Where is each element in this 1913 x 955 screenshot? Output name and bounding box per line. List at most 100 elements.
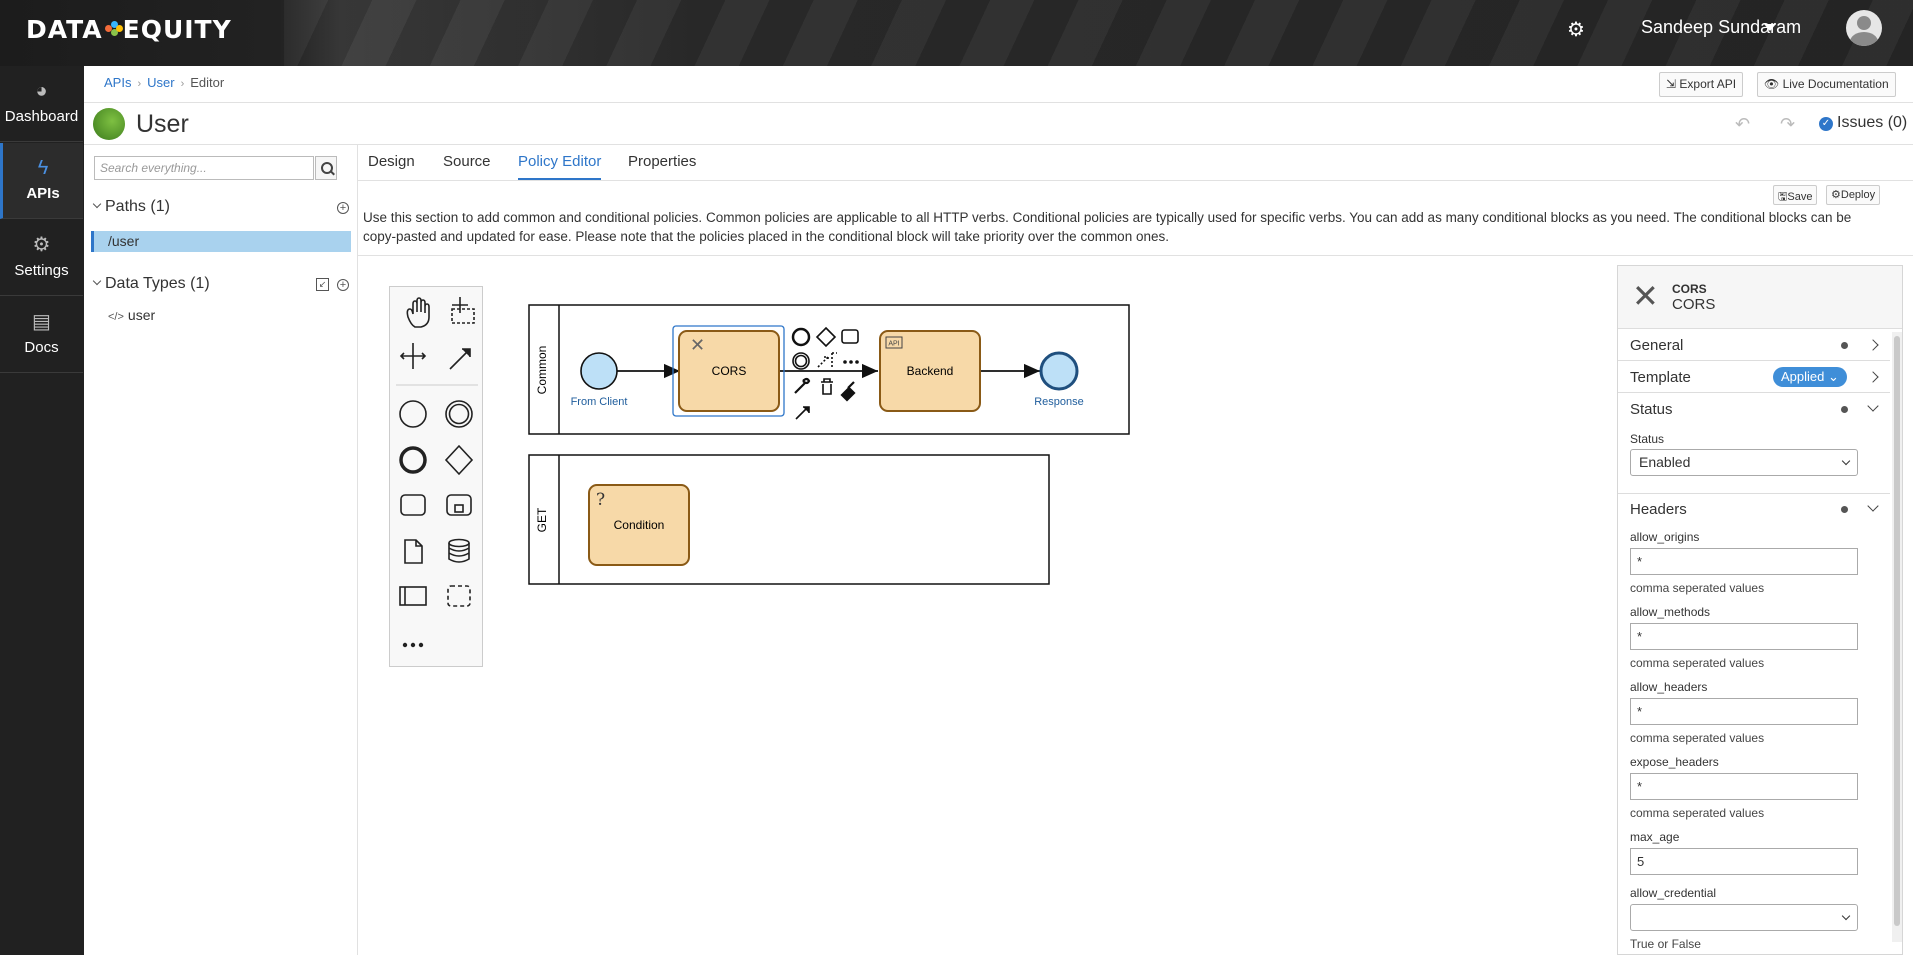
api-tag: API: [888, 341, 899, 348]
path-item[interactable]: /user: [91, 231, 351, 252]
status-select[interactable]: Enabled: [1630, 449, 1858, 476]
issues-link[interactable]: ✓ Issues (0): [1819, 114, 1907, 132]
connect-tool-icon[interactable]: [449, 348, 471, 370]
lane-common[interactable]: Common: [528, 304, 1130, 435]
nav-item-settings[interactable]: ⚙ Settings: [0, 220, 83, 296]
hand-tool-icon[interactable]: [406, 297, 430, 328]
nav-item-docs[interactable]: ▤ Docs: [0, 297, 83, 373]
allow-origins-input[interactable]: *: [1630, 548, 1858, 575]
nav-item-dashboard[interactable]: ◕ Dashboard: [0, 66, 83, 142]
properties-title: CORS: [1672, 282, 1707, 296]
brand-dots-icon: [104, 21, 123, 37]
max-age-input[interactable]: 5: [1630, 848, 1858, 875]
status-dot-icon: [1841, 342, 1848, 349]
end-event-icon[interactable]: [399, 446, 427, 474]
chevron-down-icon: [1867, 400, 1879, 412]
add-path-icon[interactable]: +: [337, 202, 349, 214]
import-icon[interactable]: ↙: [316, 278, 329, 291]
cors-task-label: CORS: [712, 364, 747, 378]
more-icon[interactable]: [843, 360, 859, 364]
allow-methods-input[interactable]: *: [1630, 623, 1858, 650]
deploy-button[interactable]: ⚙Deploy: [1826, 185, 1881, 205]
divider: [358, 255, 1913, 256]
nav-label: Docs: [24, 339, 59, 356]
allow-headers-input[interactable]: *: [1630, 698, 1858, 725]
policy-description: Use this section to add common and condi…: [363, 210, 1852, 244]
data-object-icon[interactable]: [404, 539, 423, 564]
tab-design[interactable]: Design: [368, 153, 415, 178]
nav-item-apis[interactable]: ϟ APIs: [0, 143, 83, 219]
tab-properties[interactable]: Properties: [628, 153, 696, 178]
bolt-icon: ϟ: [37, 157, 49, 179]
chevron-down-icon: [92, 276, 102, 286]
nav-label: APIs: [26, 185, 60, 202]
applied-badge[interactable]: Applied ⌄: [1773, 367, 1847, 387]
undo-icon[interactable]: ↶: [1735, 114, 1750, 135]
tab-policy-editor[interactable]: Policy Editor: [518, 153, 602, 180]
start-event[interactable]: [580, 352, 618, 390]
user-name[interactable]: Sandeep Sundaram: [1641, 17, 1801, 38]
group-status[interactable]: Status: [1618, 393, 1890, 425]
subprocess-icon[interactable]: [446, 494, 472, 516]
save-button[interactable]: 🖫Save: [1773, 185, 1818, 205]
export-api-button[interactable]: ⇲ Export API: [1659, 72, 1744, 97]
group-template[interactable]: Template Applied ⌄: [1618, 361, 1890, 393]
group-general[interactable]: General: [1618, 329, 1890, 361]
status-field-label: Status: [1630, 432, 1665, 446]
search-icon[interactable]: [315, 156, 337, 180]
gateway-icon[interactable]: [444, 444, 474, 476]
chevron-right-icon: ›: [137, 78, 142, 90]
group-status-label: Status: [1630, 401, 1673, 418]
chevron-down-icon[interactable]: [1764, 24, 1776, 31]
cors-icon: ✕: [690, 335, 705, 356]
space-tool-icon[interactable]: [399, 343, 427, 369]
chevron-down-icon: [92, 199, 102, 209]
code-icon: </>: [108, 311, 124, 323]
breadcrumb-apis[interactable]: APIs: [104, 75, 131, 90]
allow-methods-label: allow_methods: [1630, 605, 1711, 619]
allow-origins-label: allow_origins: [1630, 530, 1700, 544]
pool-icon[interactable]: [399, 586, 427, 606]
search-input[interactable]: Search everything...: [94, 156, 314, 180]
tab-source[interactable]: Source: [443, 153, 491, 178]
chevron-right-icon: [1867, 371, 1879, 383]
max-age-label: max_age: [1630, 830, 1680, 844]
allow-credential-select[interactable]: [1630, 904, 1858, 931]
intermediate-event-icon[interactable]: [445, 400, 473, 428]
expose-headers-input[interactable]: *: [1630, 773, 1858, 800]
start-event-icon[interactable]: [399, 400, 427, 428]
end-event[interactable]: [1039, 351, 1079, 391]
avatar[interactable]: [1846, 10, 1882, 46]
group-icon[interactable]: [447, 585, 471, 607]
task-icon[interactable]: [400, 494, 426, 516]
chevron-down-icon: [1867, 500, 1879, 512]
brand-logo[interactable]: DATA EQUITY: [26, 14, 232, 44]
page-title: User: [136, 110, 189, 138]
gear-icon[interactable]: ⚙: [1567, 17, 1589, 41]
add-datatype-icon[interactable]: +: [337, 279, 349, 291]
allow-credential-label: allow_credential: [1630, 886, 1717, 900]
status-select-value: Enabled: [1639, 454, 1691, 470]
deploy-label: Deploy: [1840, 189, 1876, 201]
group-headers[interactable]: Headers: [1618, 493, 1890, 525]
datatype-label: user: [127, 307, 156, 323]
data-store-icon[interactable]: [448, 538, 470, 563]
status-dot-icon: [1841, 506, 1848, 513]
gear-icon: ⚙: [1831, 189, 1841, 201]
more-icon[interactable]: [402, 642, 424, 648]
datatypes-section-title[interactable]: Data Types (1): [92, 275, 210, 293]
datatype-item[interactable]: </> user: [108, 307, 155, 323]
group-template-label: Template: [1630, 369, 1691, 386]
properties-header: ✕ CORS CORS: [1618, 266, 1902, 329]
properties-subtitle: CORS: [1672, 296, 1716, 313]
breadcrumb-user[interactable]: User: [147, 75, 174, 90]
issues-label: Issues (0): [1837, 114, 1908, 131]
paths-section-title[interactable]: Paths (1): [92, 198, 170, 216]
properties-scrollbar[interactable]: [1892, 332, 1902, 942]
lasso-tool-icon[interactable]: [451, 297, 475, 324]
live-documentation-button[interactable]: 👁 Live Documentation: [1757, 72, 1896, 97]
nav-label: Dashboard: [4, 108, 79, 125]
scrollbar-thumb[interactable]: [1894, 336, 1900, 926]
redo-icon[interactable]: ↷: [1780, 114, 1795, 135]
bpmn-canvas[interactable]: Common From Client ✕ CORS API Backend Re…: [520, 295, 1140, 595]
